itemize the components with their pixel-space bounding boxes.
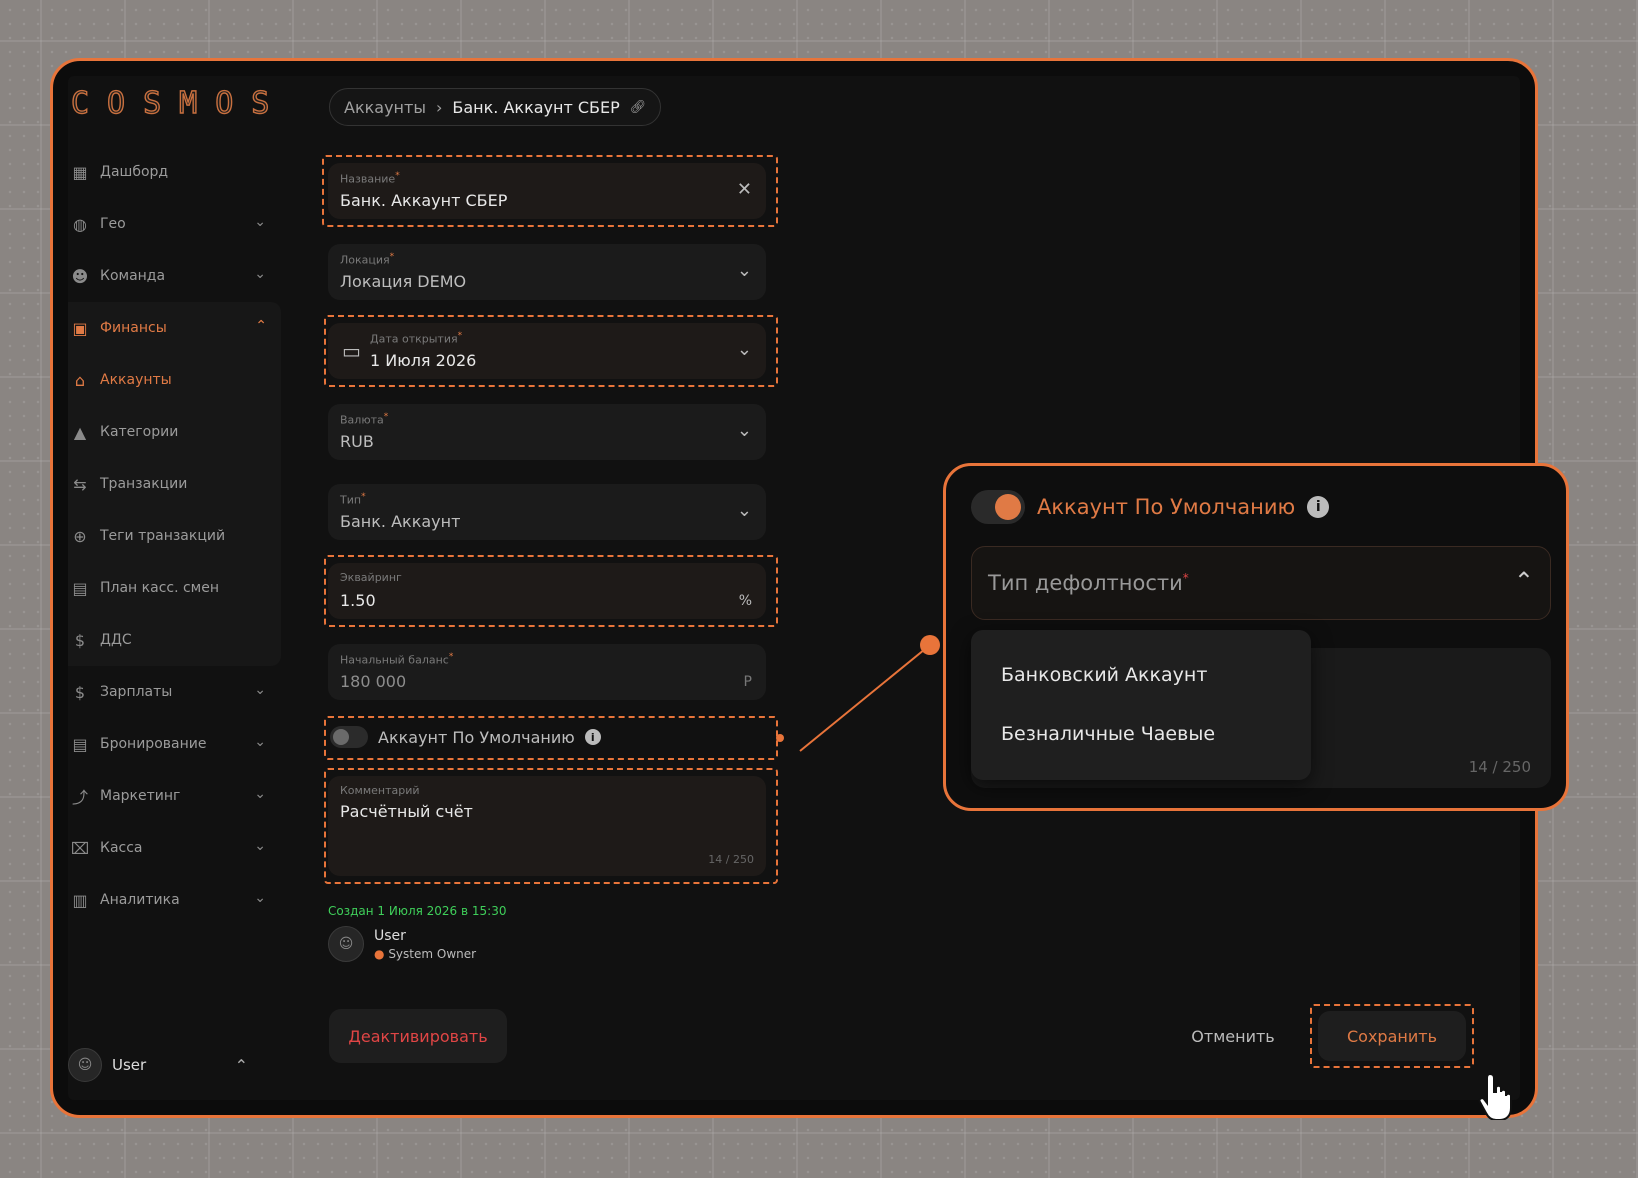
- default-type-placeholder: Тип дефолтности: [988, 571, 1183, 595]
- popup-toggle-row: Аккаунт По Умолчанию i: [971, 490, 1330, 524]
- zoom-callout: Аккаунт По Умолчанию i Тип дефолтности* …: [943, 463, 1569, 811]
- default-type-select[interactable]: Тип дефолтности* ⌃: [971, 546, 1551, 620]
- popup-toggle-label: Аккаунт По Умолчанию: [1037, 495, 1296, 519]
- info-icon[interactable]: i: [1307, 496, 1330, 518]
- dropdown-option[interactable]: Безналичные Чаевые: [1001, 723, 1215, 745]
- hand-cursor-icon: [1478, 1072, 1512, 1120]
- char-counter: 14 / 250: [1468, 758, 1531, 776]
- default-account-toggle[interactable]: [971, 490, 1025, 524]
- dropdown-option[interactable]: Банковский Аккаунт: [1001, 664, 1207, 686]
- dropdown-menu: Банковский Аккаунт Безналичные Чаевые: [971, 630, 1311, 780]
- chevron-up-icon: ⌃: [1513, 567, 1534, 595]
